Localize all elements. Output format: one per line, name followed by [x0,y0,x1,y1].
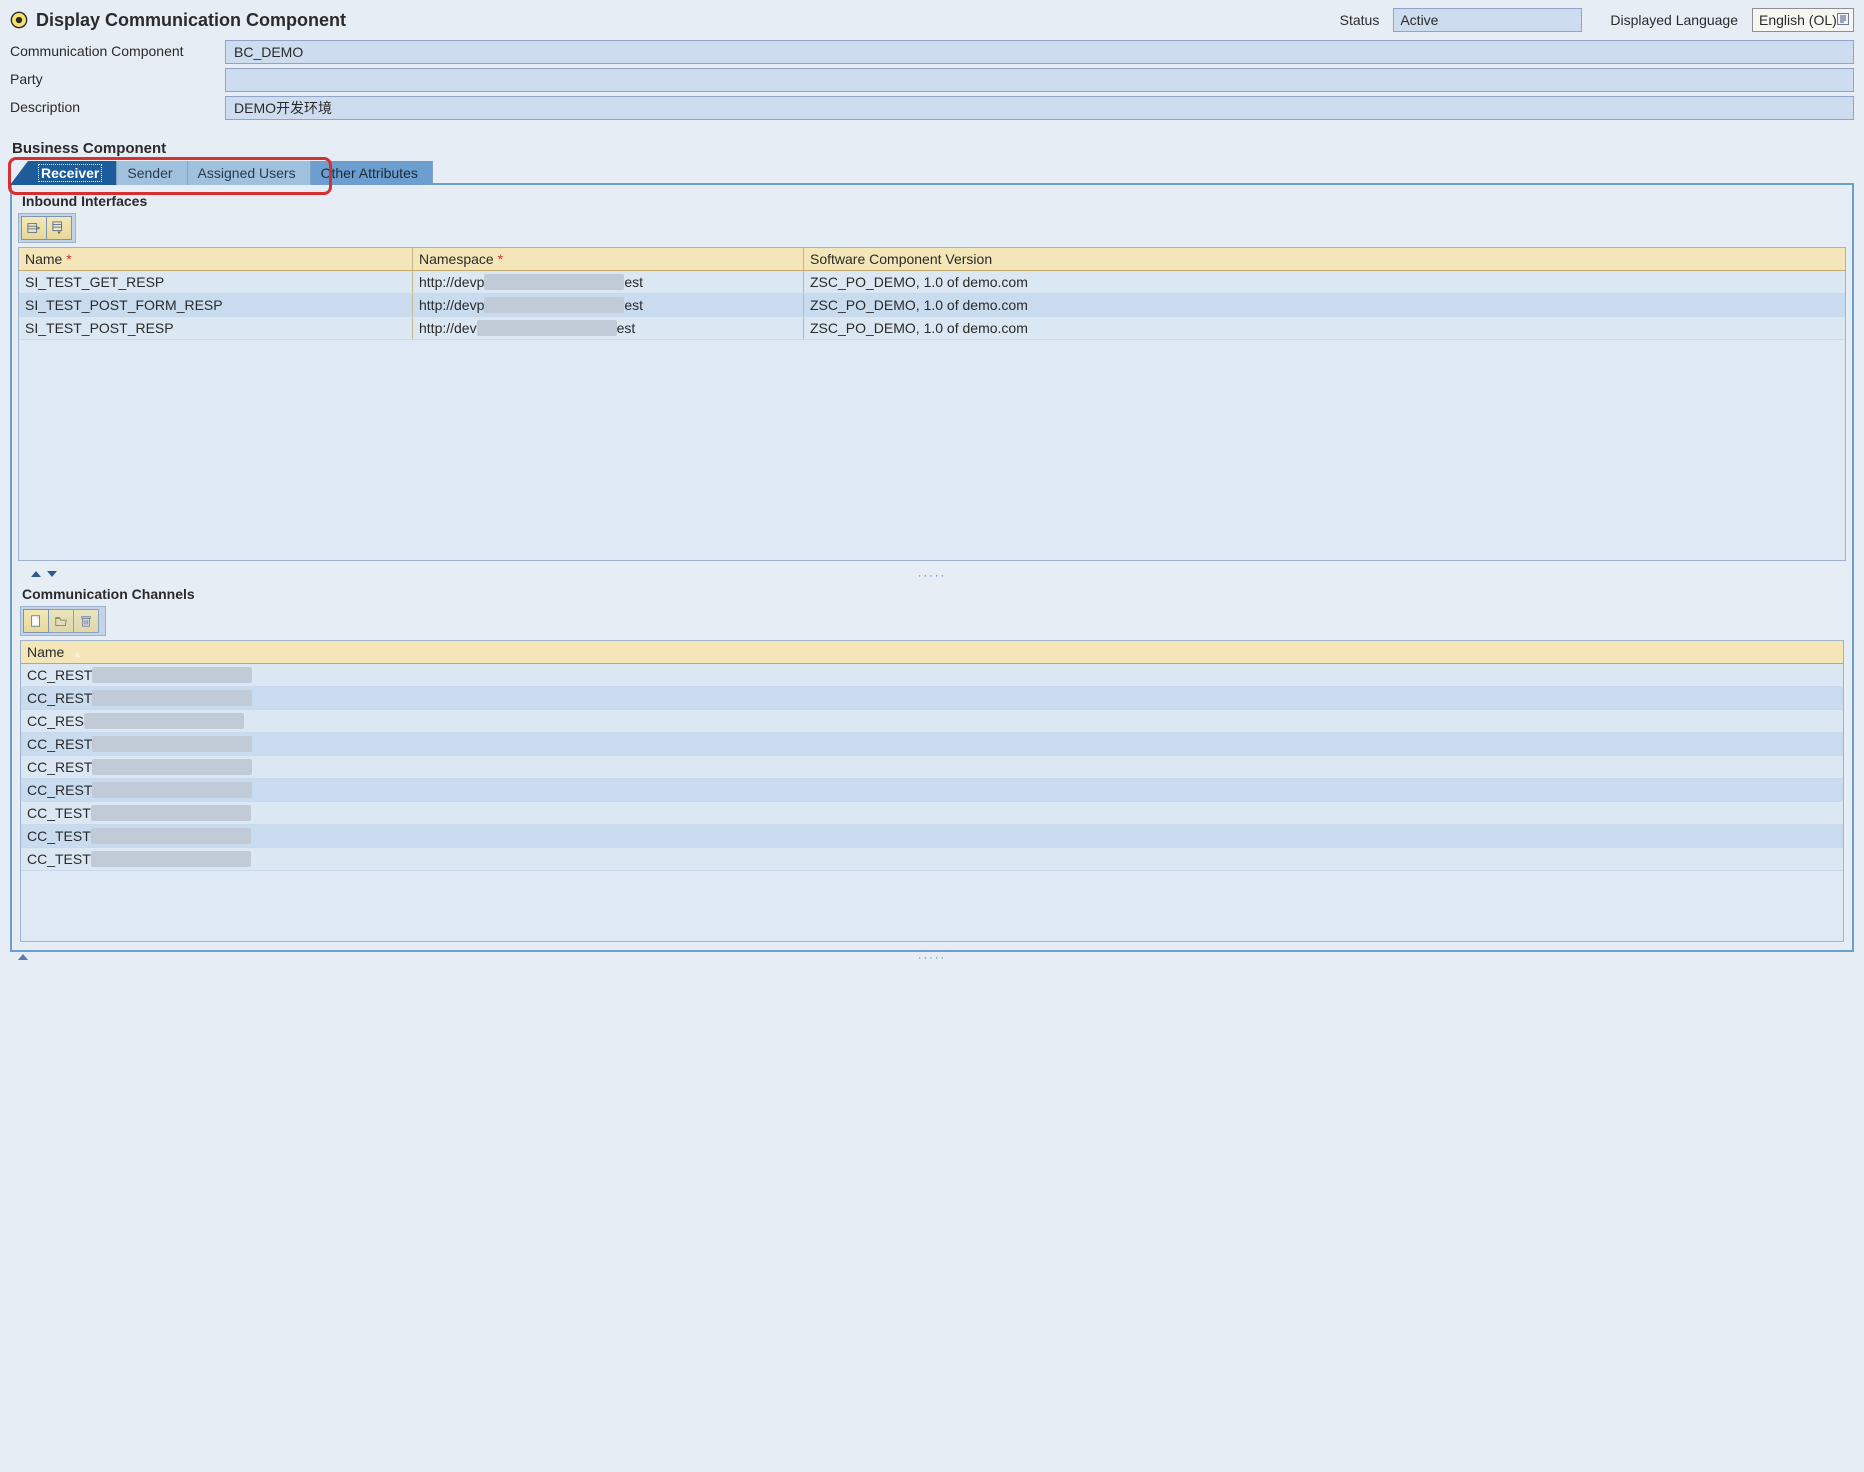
cell-scv: ZSC_PO_DEMO, 1.0 of demo.com [804,271,1845,293]
cell-channel-name: CC_RESTxxxxxxxxxxxxxxxxxxxx [21,664,1843,686]
inbound-empty-area [19,340,1845,560]
cell-namespace: http://devpxxxxxxxxxxxxxxxest [413,294,804,316]
inbound-table: Name * Namespace * Software Component Ve… [18,247,1846,561]
party-label: Party [10,68,225,92]
object-icon [10,11,28,29]
comm-comp-field: BC_DEMO [225,40,1854,64]
required-icon: * [66,251,71,267]
channels-panel: Communication Channels Name ▲ [20,584,1844,942]
tab-row: Receiver Sender Assigned Users Other Att… [10,157,1854,185]
channels-table-head: Name ▲ [21,641,1843,664]
table-row[interactable]: CC_RESTxxxxxxxxxxxxxxxxxxxx [21,664,1843,687]
table-row[interactable]: CC_TESTxxxxxxxxxxxxxxxxxxxx [21,802,1843,825]
dropdown-icon [1837,9,1849,31]
tab-receiver[interactable]: Receiver [28,161,117,185]
cell-channel-name: CC_RESTxxxxxxxxxxxxxxxxxxxx [21,756,1843,778]
cell-channel-name: CC_RESxxxxxxxxxxxxxxxxxxxx [21,710,1843,732]
tab-slope-icon [10,161,28,185]
page-title: Display Communication Component [36,10,346,31]
tab-assigned-users[interactable]: Assigned Users [188,161,311,185]
description-field: DEMO开发环境 [225,96,1854,120]
comm-comp-label: Communication Component [10,40,225,64]
channels-col-name[interactable]: Name ▲ [21,641,1843,663]
outer-splitter[interactable]: ····· [0,952,1864,960]
panel-splitter[interactable]: ····· [12,567,1852,584]
cell-channel-name: CC_RESTxxxxxxxxxxxxxxxxxxxx [21,687,1843,709]
table-row[interactable]: CC_RESTxxxxxxxxxxxxxxxxxxxx [21,687,1843,710]
party-field [225,68,1854,92]
insert-row-button[interactable] [21,216,47,240]
table-row[interactable]: CC_RESTxxxxxxxxxxxxxxxxxxxx [21,756,1843,779]
channels-table-body: CC_RESTxxxxxxxxxxxxxxxxxxxxCC_RESTxxxxxx… [21,664,1843,871]
cell-scv: ZSC_PO_DEMO, 1.0 of demo.com [804,317,1845,339]
cell-namespace: http://devpxxxxxxxxxxxxxxxest [413,271,804,293]
tab-other-attributes[interactable]: Other Attributes [311,161,433,185]
inbound-table-body: SI_TEST_GET_RESPhttp://devpxxxxxxxxxxxxx… [19,271,1845,340]
table-row[interactable]: CC_TESTxxxxxxxxxxxxxxxxxxxx [21,848,1843,871]
col-scv[interactable]: Software Component Version [804,248,1845,270]
inbound-toolbar [18,213,76,243]
expand-down-icon[interactable] [46,569,58,582]
header-bar: Display Communication Component Status A… [0,0,1864,38]
status-label: Status [1340,12,1386,28]
table-row[interactable]: SI_TEST_GET_RESPhttp://devpxxxxxxxxxxxxx… [19,271,1845,294]
append-row-button[interactable] [47,216,72,240]
collapse-up-icon[interactable] [18,952,28,964]
cell-namespace: http://devxxxxxxxxxxxxxxxest [413,317,804,339]
channels-heading: Communication Channels [20,584,1844,606]
table-row[interactable]: CC_RESTxxxxxxxxxxxxxxxxxxxx [21,779,1843,802]
tab-container: Inbound Interfaces Name * Namespace * So… [10,183,1854,952]
table-row[interactable]: CC_TESTxxxxxxxxxxxxxxxxxxxx [21,825,1843,848]
inbound-table-head: Name * Namespace * Software Component Ve… [19,248,1845,271]
cell-name: SI_TEST_GET_RESP [19,271,413,293]
sort-asc-icon: ▲ [72,649,82,660]
open-channel-button[interactable] [49,609,74,633]
tab-sender[interactable]: Sender [117,161,187,185]
channels-empty-area [21,871,1843,941]
language-value: English (OL) [1759,9,1837,31]
tab-receiver-label: Receiver [38,164,102,182]
table-row[interactable]: SI_TEST_POST_FORM_RESPhttp://devpxxxxxxx… [19,294,1845,317]
col-name[interactable]: Name * [19,248,413,270]
required-icon: * [498,251,503,267]
language-dropdown[interactable]: English (OL) [1752,8,1854,32]
delete-channel-button[interactable] [74,609,99,633]
description-label: Description [10,96,225,120]
language-label: Displayed Language [1610,12,1744,28]
cell-name: SI_TEST_POST_RESP [19,317,413,339]
cell-scv: ZSC_PO_DEMO, 1.0 of demo.com [804,294,1845,316]
cell-channel-name: CC_RESTxxxxxxxxxxxxxxxxxxxx [21,733,1843,755]
channels-toolbar [20,606,106,636]
business-component-heading: Business Component [0,126,1864,157]
table-row[interactable]: SI_TEST_POST_RESPhttp://devxxxxxxxxxxxxx… [19,317,1845,340]
app-root: Display Communication Component Status A… [0,0,1864,960]
status-field: Active [1393,8,1582,32]
cell-channel-name: CC_TESTxxxxxxxxxxxxxxxxxxxx [21,802,1843,824]
collapse-up-icon[interactable] [30,569,42,582]
splitter-dots-icon: ····· [918,570,946,582]
table-row[interactable]: CC_RESxxxxxxxxxxxxxxxxxxxx [21,710,1843,733]
form-grid: Communication Component BC_DEMO Party De… [0,38,1864,126]
cell-channel-name: CC_RESTxxxxxxxxxxxxxxxxxxxx [21,779,1843,801]
new-channel-button[interactable] [23,609,49,633]
col-namespace[interactable]: Namespace * [413,248,804,270]
tab-row-wrap: Receiver Sender Assigned Users Other Att… [10,157,1854,185]
channels-table: Name ▲ CC_RESTxxxxxxxxxxxxxxxxxxxxCC_RES… [20,640,1844,942]
cell-channel-name: CC_TESTxxxxxxxxxxxxxxxxxxxx [21,825,1843,847]
cell-name: SI_TEST_POST_FORM_RESP [19,294,413,316]
inbound-heading: Inbound Interfaces [12,185,1852,213]
table-row[interactable]: CC_RESTxxxxxxxxxxxxxxxxxxxx [21,733,1843,756]
splitter-dots-icon: ····· [918,952,946,964]
cell-channel-name: CC_TESTxxxxxxxxxxxxxxxxxxxx [21,848,1843,870]
